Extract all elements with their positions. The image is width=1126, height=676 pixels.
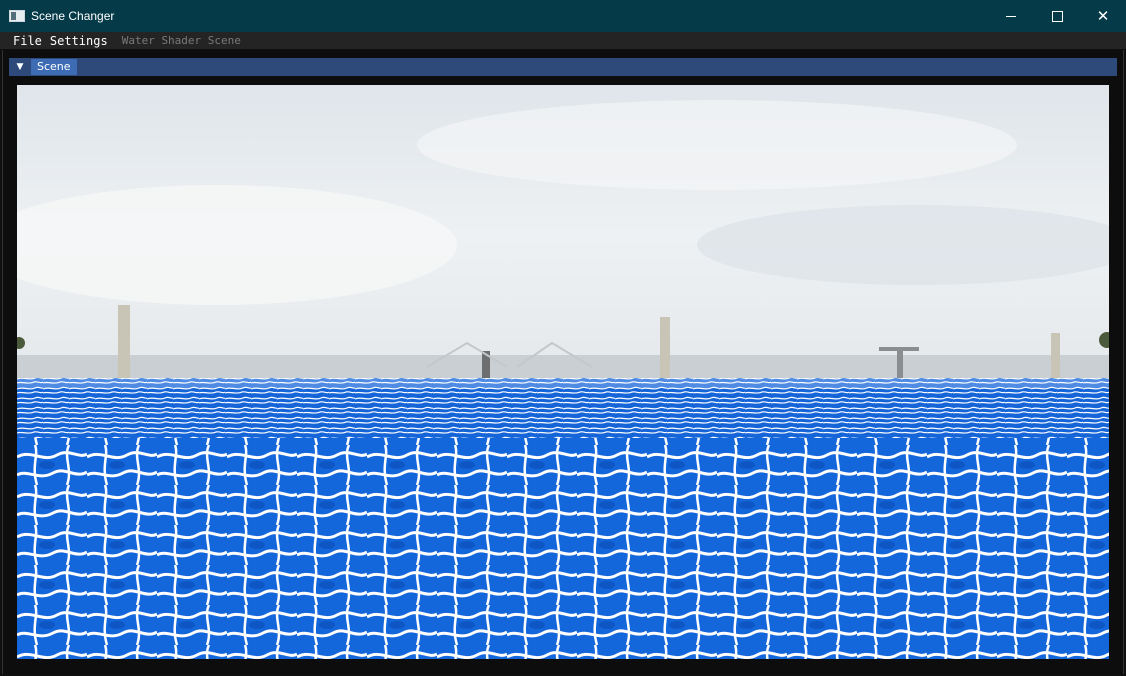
scene-panel-header: ▼ Scene [9, 58, 1117, 76]
title-bar: Scene Changer ✕ [0, 0, 1126, 32]
close-button[interactable]: ✕ [1080, 0, 1126, 32]
menu-bar: File Settings Water Shader Scene [0, 32, 1126, 49]
app-window-icon [9, 10, 25, 22]
menu-settings[interactable]: Settings [50, 34, 116, 48]
collapse-arrow-icon[interactable]: ▼ [14, 61, 26, 73]
minimize-button[interactable] [988, 0, 1034, 32]
minimize-icon [1006, 15, 1016, 17]
maximize-button[interactable] [1034, 0, 1080, 32]
window-title: Scene Changer [31, 9, 115, 23]
current-scene-label: Water Shader Scene [121, 34, 241, 47]
water-shader-render [17, 85, 1109, 659]
tab-scene[interactable]: Scene [31, 59, 77, 75]
menu-file[interactable]: File [13, 34, 42, 48]
maximize-icon [1051, 10, 1063, 22]
close-icon: ✕ [1096, 6, 1110, 25]
scene-viewport[interactable] [17, 85, 1109, 659]
